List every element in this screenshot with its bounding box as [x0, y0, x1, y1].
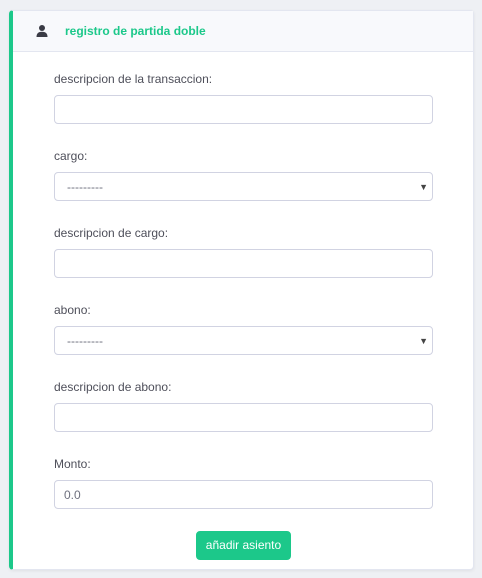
- cargo-description-label: descripcion de cargo:: [54, 226, 169, 240]
- cargo-description-input[interactable]: [54, 249, 433, 278]
- cargo-label: cargo:: [54, 149, 88, 163]
- double-entry-card: registro de partida doble descripcion de…: [9, 10, 474, 570]
- abono-group: abono: --------- ▼: [54, 301, 433, 378]
- cargo-selected-value: ---------: [54, 172, 433, 201]
- abono-select[interactable]: --------- ▼: [54, 326, 433, 355]
- caret-down-icon: ▼: [419, 336, 428, 346]
- abono-selected-value: ---------: [54, 326, 433, 355]
- user-icon: [35, 24, 49, 38]
- cargo-group: cargo: --------- ▼: [54, 147, 433, 224]
- abono-description-label: descripcion de abono:: [54, 380, 172, 394]
- cargo-description-group: descripcion de cargo:: [54, 224, 433, 301]
- transaction-description-label: descripcion de la transaccion:: [54, 72, 213, 86]
- card-header: registro de partida doble: [13, 11, 473, 52]
- abono-label: abono:: [54, 303, 91, 317]
- caret-down-icon: ▼: [419, 182, 428, 192]
- monto-group: Monto:: [54, 455, 433, 532]
- form-body: descripcion de la transaccion: cargo: --…: [13, 52, 473, 560]
- page-title: registro de partida doble: [65, 24, 206, 38]
- abono-description-input[interactable]: [54, 403, 433, 432]
- submit-row: añadir asiento: [54, 531, 433, 560]
- cargo-select[interactable]: --------- ▼: [54, 172, 433, 201]
- transaction-description-group: descripcion de la transaccion:: [54, 70, 433, 147]
- monto-input[interactable]: [54, 480, 433, 509]
- transaction-description-input[interactable]: [54, 95, 433, 124]
- monto-label: Monto:: [54, 457, 91, 471]
- abono-description-group: descripcion de abono:: [54, 378, 433, 455]
- add-entry-button[interactable]: añadir asiento: [195, 531, 292, 560]
